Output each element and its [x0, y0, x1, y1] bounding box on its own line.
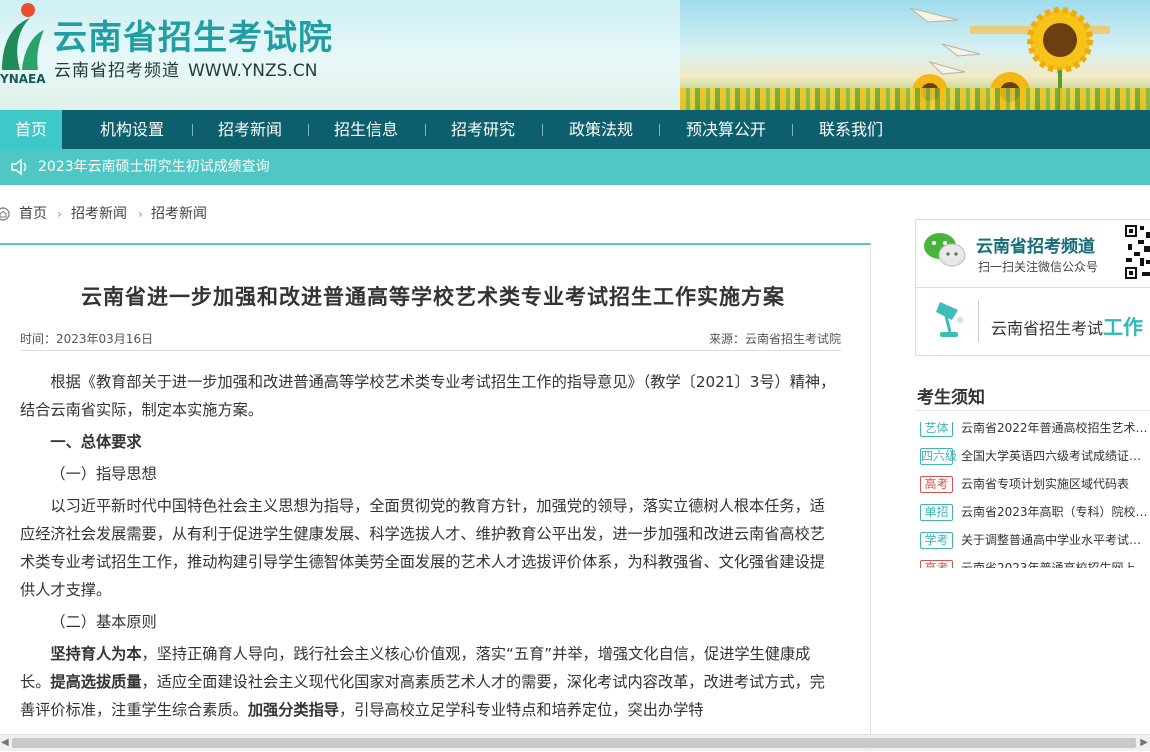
nav-item-admission-info[interactable]: 招生信息	[318, 110, 414, 149]
nav-item-home[interactable]: 首页	[0, 110, 62, 149]
article-meta: 时间：2023年03月16日 来源：云南省招生考试院	[20, 328, 841, 351]
nav-separator	[308, 124, 309, 136]
article-source: 来源：云南省招生考试院	[708, 332, 841, 346]
qr-code-icon	[1124, 224, 1150, 284]
paragraph: 坚持育人为本，坚持正确育人导向，践行社会主义核心价值观，落实“五育”并举，增强文…	[20, 640, 840, 724]
bold-phrase: 坚持育人为本	[50, 645, 142, 663]
speaker-icon	[11, 158, 27, 176]
list-item-tag: 学考	[920, 532, 953, 549]
flower-field	[680, 88, 1150, 110]
list-item-tag: 单招	[920, 504, 953, 521]
article-title: 云南省进一步加强和改进普通高等学校艺术类专业考试招生工作实施方案	[81, 284, 785, 309]
list-item-tag: 高考	[920, 476, 953, 493]
nav-item-budget[interactable]: 预决算公开	[670, 110, 782, 149]
work-banner-link[interactable]: 云南省招生考试工作	[991, 311, 1143, 340]
main-nav: 首页 机构设置 招考新闻 招生信息 招考研究 政策法规 预决算公开 联系我们	[0, 110, 1150, 149]
list-item[interactable]: 四六级 全国大学英语四六级考试成绩证…	[920, 446, 1150, 468]
section-heading: 一、总体要求	[50, 433, 142, 451]
site-url: WWW.YNZS.CN	[188, 61, 318, 81]
nav-item-organization[interactable]: 机构设置	[84, 110, 180, 149]
article-time: 时间：2023年03月16日	[20, 332, 154, 346]
divider	[916, 287, 1150, 288]
scroll-left-arrow-icon[interactable]: ◀	[1, 737, 9, 748]
breadcrumb-current[interactable]: 招考新闻	[151, 200, 207, 228]
scroll-right-arrow-icon[interactable]: ▶	[1140, 737, 1148, 748]
home-icon	[0, 207, 10, 221]
notice-list: 艺体 云南省2022年普通高校招生艺术… 四六级 全国大学英语四六级考试成绩证……	[915, 422, 1150, 568]
site-subtitle: 云南省招考频道 WWW.YNZS.CN	[54, 56, 317, 81]
header-banner: YNAEA 云南省招生考试院 云南省招考频道 WWW.YNZS.CN	[0, 0, 1150, 110]
list-item-title[interactable]: 云南省2022年普通高校招生艺术…	[961, 422, 1148, 436]
list-item[interactable]: 学考 关于调整普通高中学业水平考试…	[920, 530, 1150, 552]
wechat-subtitle: 扫一扫关注微信公众号	[978, 260, 1099, 274]
wechat-title: 云南省招考频道	[976, 237, 1095, 257]
list-item-title[interactable]: 关于调整普通高中学业水平考试…	[961, 531, 1141, 548]
nav-separator	[192, 124, 193, 136]
bold-phrase: 加强分类指导	[247, 701, 339, 719]
nav-separator	[792, 124, 793, 136]
breadcrumb-exam-news[interactable]: 招考新闻	[71, 200, 127, 228]
article-panel: 云南省进一步加强和改进普通高等学校艺术类专业考试招生工作实施方案 时间：2023…	[0, 243, 871, 752]
list-item-title[interactable]: 云南省2023年普通高校招生网上…	[961, 559, 1148, 568]
list-item-title[interactable]: 云南省2023年高职（专科）院校…	[961, 503, 1148, 520]
site-subtitle-text: 云南省招考频道	[54, 61, 180, 81]
subsection-heading: （一）指导思想	[50, 465, 157, 483]
nav-item-exam-research[interactable]: 招考研究	[435, 110, 531, 149]
wechat-promo-box: 云南省招考频道 扫一扫关注微信公众号 云南省招生考试工作	[915, 219, 1150, 356]
notice-section-title: 考生须知	[917, 388, 985, 408]
nav-separator	[542, 124, 543, 136]
list-item[interactable]: 单招 云南省2023年高职（专科）院校…	[920, 502, 1150, 524]
nav-separator	[425, 124, 426, 136]
list-item[interactable]: 高考 云南省2023年普通高校招生网上…	[920, 558, 1150, 568]
work-highlight: 工作	[1103, 315, 1144, 339]
list-item-tag: 艺体	[920, 422, 953, 437]
list-item-title[interactable]: 全国大学英语四六级考试成绩证…	[961, 447, 1141, 464]
paragraph-text: ，引导高校立足学科专业特点和培养定位，突出办学特	[338, 701, 704, 719]
nav-item-policy[interactable]: 政策法规	[553, 110, 649, 149]
paragraph: 以习近平新时代中国特色社会主义思想为指导，全面贯彻党的教育方针，加强党的领导，落…	[20, 497, 825, 599]
paragraph: 根据《教育部关于进一步加强和改进普通高等学校艺术类专业考试招生工作的指导意见》（…	[20, 373, 836, 419]
logo-text: YNAEA	[0, 72, 46, 86]
subsection-heading: （二）基本原则	[50, 613, 157, 631]
notice-bar: 2023年云南硕士研究生初试成绩查询	[0, 149, 1150, 185]
article-body: 根据《教育部关于进一步加强和改进普通高等学校艺术类专业考试招生工作的指导意见》（…	[20, 368, 840, 728]
list-item[interactable]: 高考 云南省专项计划实施区域代码表	[920, 474, 1150, 496]
list-item-tag: 四六级	[920, 448, 958, 465]
lamp-icon	[936, 302, 963, 337]
breadcrumb-chevron-icon: ›	[138, 207, 143, 221]
bold-phrase: 提高选拔质量	[50, 673, 142, 691]
list-item[interactable]: 艺体 云南省2022年普通高校招生艺术…	[920, 422, 1150, 440]
list-item-title[interactable]: 云南省专项计划实施区域代码表	[961, 475, 1129, 492]
nav-separator	[659, 124, 660, 136]
divider	[978, 300, 979, 342]
breadcrumb-chevron-icon: ›	[57, 207, 62, 221]
notice-link[interactable]: 2023年云南硕士研究生初试成绩查询	[38, 149, 270, 186]
site-title[interactable]: 云南省招生考试院	[53, 10, 333, 59]
breadcrumb-home[interactable]: 首页	[19, 200, 47, 228]
divider	[915, 410, 1150, 411]
work-text: 云南省招生考试	[991, 319, 1104, 338]
scrollbar-thumb[interactable]	[12, 738, 1136, 748]
horizontal-scrollbar[interactable]: ◀ ▶	[0, 734, 1150, 751]
nav-item-contact[interactable]: 联系我们	[803, 110, 899, 149]
wechat-icon	[924, 233, 966, 267]
list-item-tag: 高考	[920, 560, 953, 568]
nav-item-exam-news[interactable]: 招考新闻	[202, 110, 298, 149]
